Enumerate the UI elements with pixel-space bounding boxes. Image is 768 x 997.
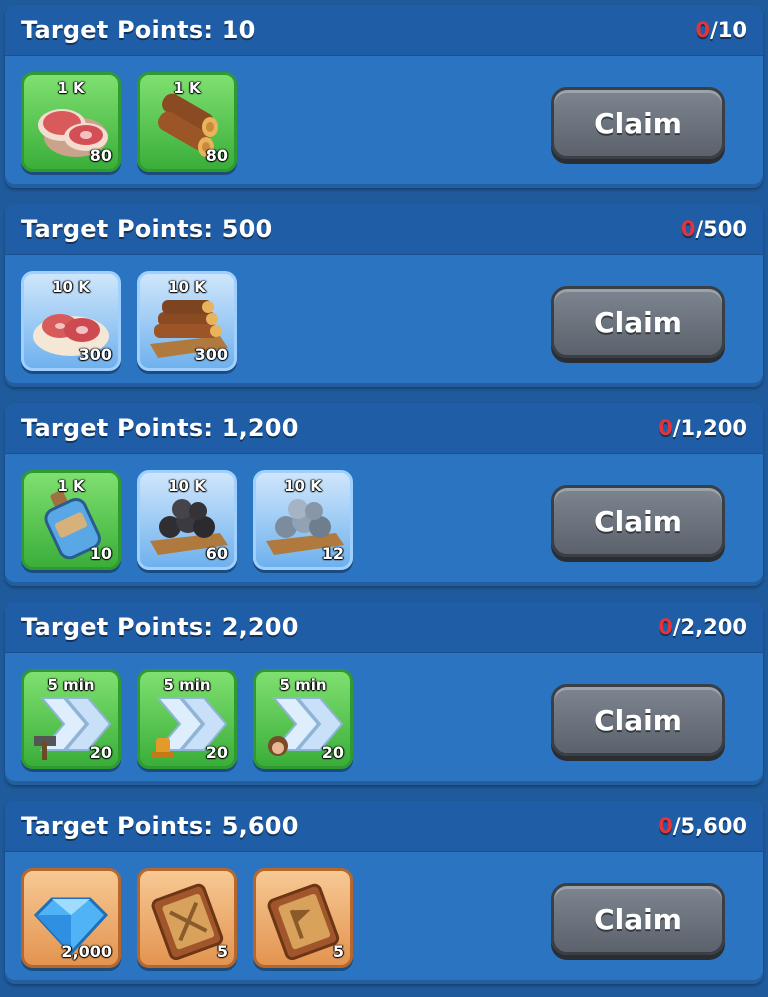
tier-title: Target Points: 5,600 xyxy=(21,812,299,840)
reward-tier-card: Target Points: 5,600 0/5,600 2,000 5 5 C… xyxy=(5,801,763,984)
reward-items: 1 K 10 10 K 60 10 K 12 xyxy=(21,470,353,570)
reward-tier-card: Target Points: 2,200 0/2,200 5 min 20 5 … xyxy=(5,602,763,785)
progress-current: 0 xyxy=(658,615,673,639)
tier-header: Target Points: 10 0/10 xyxy=(5,5,763,56)
progress-total: /2,200 xyxy=(672,615,747,639)
reward-amount: 10 K xyxy=(168,477,206,495)
reward-item-coal[interactable]: 10 K 60 xyxy=(137,470,237,570)
claim-button[interactable]: Claim xyxy=(551,684,725,756)
reward-tier-card: Target Points: 500 0/500 10 K 300 10 K 3… xyxy=(5,204,763,387)
reward-count: 2,000 xyxy=(61,942,112,961)
reward-amount: 5 min xyxy=(47,676,95,694)
claim-button[interactable]: Claim xyxy=(551,87,725,159)
tier-header: Target Points: 1,200 0/1,200 xyxy=(5,403,763,454)
reward-item-iron[interactable]: 10 K 12 xyxy=(253,470,353,570)
reward-amount: 1 K xyxy=(57,79,85,97)
tier-title: Target Points: 10 xyxy=(21,16,256,44)
reward-item-speedup-training[interactable]: 5 min 20 xyxy=(253,669,353,769)
tier-title: Target Points: 2,200 xyxy=(21,613,299,641)
reward-amount: 10 K xyxy=(168,278,206,296)
tier-progress: 0/10 xyxy=(695,18,747,42)
tier-progress: 0/2,200 xyxy=(658,615,747,639)
reward-tier-card: Target Points: 10 0/10 1 K 80 1 K 80 Cla… xyxy=(5,5,763,188)
reward-amount: 5 min xyxy=(279,676,327,694)
tier-header: Target Points: 500 0/500 xyxy=(5,204,763,255)
reward-count: 12 xyxy=(321,544,344,563)
tier-progress: 0/5,600 xyxy=(658,814,747,838)
reward-count: 5 xyxy=(216,942,228,961)
progress-current: 0 xyxy=(658,814,673,838)
reward-count: 80 xyxy=(205,146,228,165)
tier-header: Target Points: 5,600 0/5,600 xyxy=(5,801,763,852)
tier-progress: 0/1,200 xyxy=(658,416,747,440)
claim-button[interactable]: Claim xyxy=(551,286,725,358)
reward-item-speedup-research[interactable]: 5 min 20 xyxy=(137,669,237,769)
reward-items: 2,000 5 5 xyxy=(21,868,353,968)
tier-body: 1 K 80 1 K 80 Claim xyxy=(5,56,763,188)
tier-body: 10 K 300 10 K 300 Claim xyxy=(5,255,763,387)
reward-count: 60 xyxy=(205,544,228,563)
reward-items: 1 K 80 1 K 80 xyxy=(21,72,237,172)
progress-total: /5,600 xyxy=(672,814,747,838)
tier-body: 5 min 20 5 min 20 5 min 20 Claim xyxy=(5,653,763,785)
claim-button[interactable]: Claim xyxy=(551,485,725,557)
reward-item-meat-platter[interactable]: 10 K 300 xyxy=(21,271,121,371)
reward-item-gems[interactable]: 2,000 xyxy=(21,868,121,968)
reward-item-meat[interactable]: 1 K 80 xyxy=(21,72,121,172)
reward-count: 20 xyxy=(321,743,344,762)
reward-amount: 5 min xyxy=(163,676,211,694)
progress-total: /500 xyxy=(695,217,747,241)
tier-body: 1 K 10 10 K 60 10 K 12 Claim xyxy=(5,454,763,586)
tier-progress: 0/500 xyxy=(681,217,747,241)
reward-tier-card: Target Points: 1,200 0/1,200 1 K 10 10 K… xyxy=(5,403,763,586)
tier-body: 2,000 5 5 Claim xyxy=(5,852,763,984)
reward-amount: 1 K xyxy=(173,79,201,97)
reward-item-exp-potion[interactable]: 1 K 10 xyxy=(21,470,121,570)
progress-current: 0 xyxy=(695,18,711,42)
reward-count: 80 xyxy=(89,146,112,165)
progress-current: 0 xyxy=(658,416,673,440)
reward-item-speedup-build[interactable]: 5 min 20 xyxy=(21,669,121,769)
reward-count: 300 xyxy=(78,345,112,364)
reward-items: 10 K 300 10 K 300 xyxy=(21,271,237,371)
reward-count: 5 xyxy=(332,942,344,961)
reward-count: 10 xyxy=(89,544,112,563)
reward-items: 5 min 20 5 min 20 5 min 20 xyxy=(21,669,353,769)
reward-count: 20 xyxy=(89,743,112,762)
reward-item-flag-book[interactable]: 5 xyxy=(253,868,353,968)
reward-amount: 1 K xyxy=(57,477,85,495)
reward-item-wood-pallet[interactable]: 10 K 300 xyxy=(137,271,237,371)
progress-current: 0 xyxy=(680,217,696,241)
tier-title: Target Points: 1,200 xyxy=(21,414,299,442)
tier-header: Target Points: 2,200 0/2,200 xyxy=(5,602,763,653)
progress-total: /10 xyxy=(710,18,747,42)
reward-amount: 10 K xyxy=(52,278,90,296)
claim-button[interactable]: Claim xyxy=(551,883,725,955)
target-points-reward-list: Target Points: 10 0/10 1 K 80 1 K 80 Cla… xyxy=(0,0,768,997)
tier-title: Target Points: 500 xyxy=(21,215,273,243)
reward-amount: 10 K xyxy=(284,477,322,495)
reward-count: 20 xyxy=(205,743,228,762)
reward-item-wood[interactable]: 1 K 80 xyxy=(137,72,237,172)
progress-total: /1,200 xyxy=(672,416,747,440)
reward-item-combat-book[interactable]: 5 xyxy=(137,868,237,968)
reward-count: 300 xyxy=(194,345,228,364)
